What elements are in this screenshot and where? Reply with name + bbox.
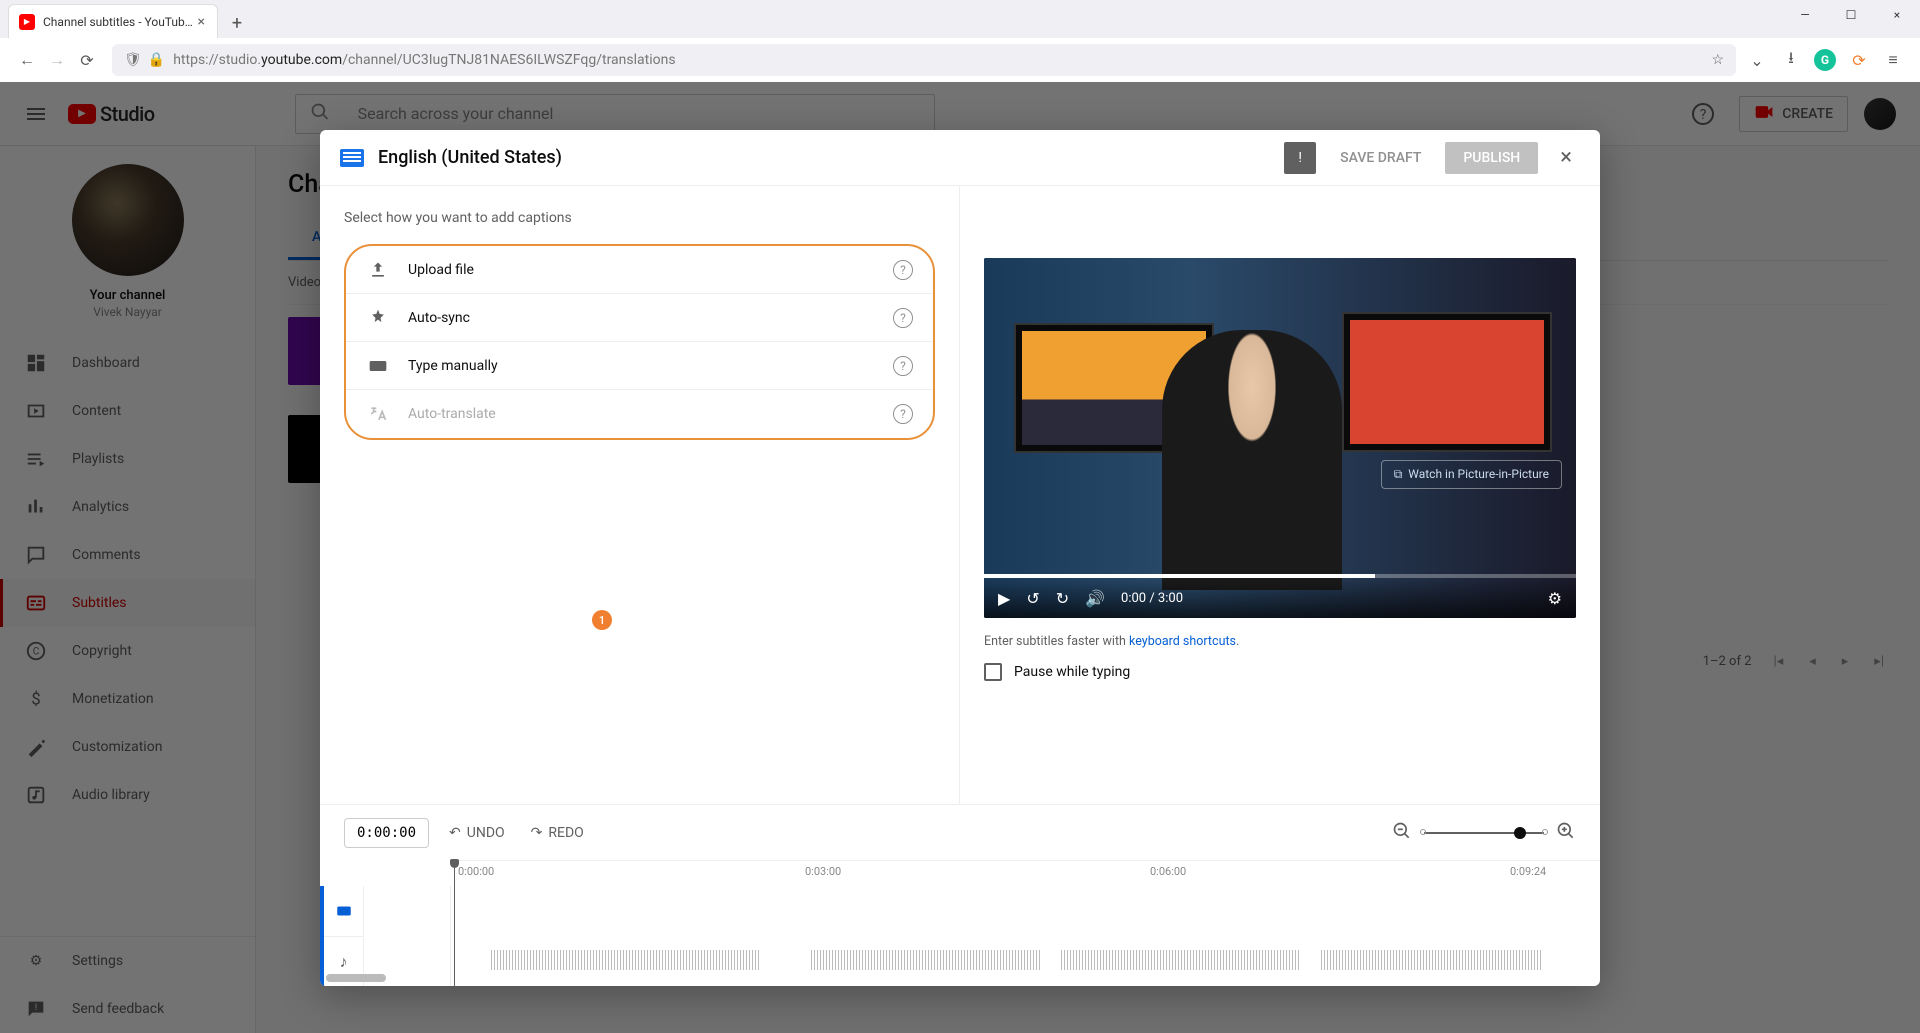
modal-title: English (United States) xyxy=(378,147,562,168)
option-type-manually[interactable]: Type manually ? xyxy=(346,342,933,390)
modal-close-icon[interactable]: × xyxy=(1552,141,1580,174)
audio-waveform xyxy=(491,942,1590,978)
zoom-out-icon[interactable] xyxy=(1392,821,1412,845)
undo-icon: ↶ xyxy=(449,825,461,841)
zoom-max-dot xyxy=(1542,829,1548,835)
volume-icon[interactable]: 🔊 xyxy=(1085,589,1105,608)
video-scene-person xyxy=(1162,330,1342,590)
video-scene-monitor xyxy=(1342,312,1552,452)
subtitle-language-icon xyxy=(340,149,364,167)
forward-10-icon[interactable]: ↻ xyxy=(1056,589,1069,608)
auto-sync-icon xyxy=(366,308,390,328)
youtube-favicon xyxy=(19,14,35,30)
ruler-mark: 0:03:00 xyxy=(805,865,841,878)
window-minimize[interactable]: — xyxy=(1782,0,1828,30)
timeline-ruler[interactable]: 0:00:00 0:03:00 0:06:00 0:09:24 xyxy=(450,860,1600,886)
timeline-scrollbar[interactable] xyxy=(326,974,386,982)
window-close[interactable]: × xyxy=(1874,0,1920,30)
option-auto-sync[interactable]: Auto-sync ? xyxy=(346,294,933,342)
downloads-icon[interactable]: ⭳ xyxy=(1780,49,1802,71)
browser-chrome: Channel subtitles - YouTube Stu × + — ☐ … xyxy=(0,0,1920,82)
timecode-input[interactable]: 0:00:00 xyxy=(344,818,429,848)
url-text: https://studio.youtube.com/channel/UC3Iu… xyxy=(173,52,675,68)
ruler-mark: 0:06:00 xyxy=(1150,865,1186,878)
rewind-10-icon[interactable]: ↺ xyxy=(1026,589,1039,608)
tab-close-icon[interactable]: × xyxy=(196,14,207,30)
play-icon[interactable]: ▶ xyxy=(998,589,1010,608)
url-input[interactable]: 🛡 🔒 https://studio.youtube.com/channel/U… xyxy=(112,44,1736,76)
timeline-toolbar: 0:00:00 ↶UNDO ↷REDO xyxy=(320,804,1600,860)
video-controls: ▶ ↺ ↻ 🔊 0:00 / 3:00 ⚙ xyxy=(984,578,1576,618)
save-draft-button[interactable]: SAVE DRAFT xyxy=(1330,142,1431,174)
help-icon[interactable]: ? xyxy=(893,260,913,280)
annotation-badge: 1 xyxy=(592,610,612,630)
video-preview-pane: ⧉ Watch in Picture-in-Picture ▶ ↺ ↻ 🔊 0:… xyxy=(960,186,1600,804)
browser-tab-bar: Channel subtitles - YouTube Stu × + xyxy=(0,0,1920,38)
lock-icon: 🔒 xyxy=(148,52,165,68)
zoom-handle[interactable] xyxy=(1514,827,1526,839)
pocket-icon[interactable]: ⌄ xyxy=(1746,49,1768,71)
timeline-zoom xyxy=(1392,821,1576,845)
subtitle-track-tab[interactable] xyxy=(324,886,363,936)
pause-checkbox[interactable] xyxy=(984,663,1002,681)
window-maximize[interactable]: ☐ xyxy=(1828,0,1874,30)
pause-while-typing-row: Pause while typing xyxy=(960,657,1600,687)
video-player[interactable]: ⧉ Watch in Picture-in-Picture ▶ ↺ ↻ 🔊 0:… xyxy=(984,258,1576,618)
modal-header: English (United States) ! SAVE DRAFT PUB… xyxy=(320,130,1600,186)
keyboard-shortcuts-link[interactable]: keyboard shortcuts xyxy=(1129,634,1236,649)
extension-icon[interactable]: ⟳ xyxy=(1848,49,1870,71)
shield-icon: 🛡 xyxy=(124,52,142,68)
redo-button[interactable]: ↷REDO xyxy=(525,821,590,845)
track-area[interactable] xyxy=(450,886,1600,986)
track-tabs: ♪ xyxy=(320,886,364,986)
new-tab-button[interactable]: + xyxy=(222,8,252,38)
zoom-in-icon[interactable] xyxy=(1556,821,1576,845)
subtitle-editor-modal: English (United States) ! SAVE DRAFT PUB… xyxy=(320,130,1600,986)
pause-label: Pause while typing xyxy=(1014,664,1130,680)
help-icon[interactable]: ? xyxy=(893,404,913,424)
window-controls: — ☐ × xyxy=(1782,0,1920,38)
pip-button[interactable]: ⧉ Watch in Picture-in-Picture xyxy=(1381,460,1562,489)
video-frame xyxy=(984,258,1576,618)
ruler-mark: 0:09:24 xyxy=(1510,865,1546,878)
address-bar: ← → ⟳ 🛡 🔒 https://studio.youtube.com/cha… xyxy=(0,38,1920,82)
redo-icon: ↷ xyxy=(531,825,543,841)
keyboard-icon xyxy=(366,356,390,376)
caption-options-pane: Select how you want to add captions Uplo… xyxy=(320,186,960,804)
app-menu-icon[interactable]: ≡ xyxy=(1882,49,1904,71)
bookmark-star-icon[interactable]: ☆ xyxy=(1711,52,1724,68)
nav-reload[interactable]: ⟳ xyxy=(72,45,102,75)
video-settings-icon[interactable]: ⚙ xyxy=(1548,589,1562,608)
site-info[interactable]: 🛡 🔒 xyxy=(124,52,165,68)
zoom-min-dot xyxy=(1420,829,1426,835)
send-feedback-button[interactable]: ! xyxy=(1284,142,1316,174)
option-auto-translate: Auto-translate ? xyxy=(346,390,933,438)
timeline-tracks: ♪ xyxy=(320,886,1600,986)
zoom-slider[interactable] xyxy=(1424,832,1544,834)
video-time: 0:00 / 3:00 xyxy=(1121,591,1183,606)
translate-icon xyxy=(366,404,390,424)
modal-body: Select how you want to add captions Uplo… xyxy=(320,186,1600,804)
undo-button[interactable]: ↶UNDO xyxy=(443,821,511,845)
help-icon[interactable]: ? xyxy=(893,308,913,328)
upload-icon xyxy=(366,260,390,280)
tab-title: Channel subtitles - YouTube Stu xyxy=(43,15,196,29)
keyboard-hint: Enter subtitles faster with keyboard sho… xyxy=(960,618,1600,657)
browser-tab[interactable]: Channel subtitles - YouTube Stu × xyxy=(8,4,218,38)
caption-prompt: Select how you want to add captions xyxy=(344,210,935,226)
nav-back[interactable]: ← xyxy=(12,45,42,75)
caption-options-list: Upload file ? Auto-sync ? Type manually … xyxy=(344,244,935,440)
pip-icon: ⧉ xyxy=(1394,467,1403,482)
publish-button[interactable]: PUBLISH xyxy=(1445,142,1538,174)
option-upload-file[interactable]: Upload file ? xyxy=(346,246,933,294)
ruler-mark: 0:00:00 xyxy=(458,865,494,878)
help-icon[interactable]: ? xyxy=(893,356,913,376)
grammarly-icon[interactable]: G xyxy=(1814,49,1836,71)
nav-forward[interactable]: → xyxy=(42,45,72,75)
